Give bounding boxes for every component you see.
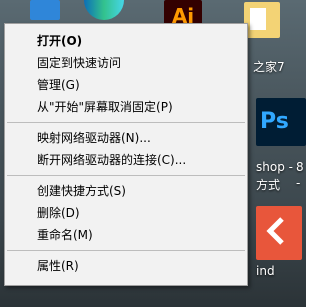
desktop-background: Ai Ps 之家7 shop - 方式 ind 8 - 打开(O) 固定到快速访… <box>0 0 306 307</box>
menu-item-create-shortcut[interactable]: 创建快捷方式(S) <box>5 180 247 202</box>
menu-separator <box>7 122 245 123</box>
menu-item-rename[interactable]: 重命名(M) <box>5 224 247 246</box>
desktop-icon-label[interactable]: ind <box>256 264 275 278</box>
menu-separator <box>7 250 245 251</box>
chevron-left-icon <box>266 217 284 245</box>
menu-item-delete[interactable]: 删除(D) <box>5 202 247 224</box>
menu-item-open[interactable]: 打开(O) <box>5 30 247 52</box>
context-menu: 打开(O) 固定到快速访问 管理(G) 从"开始"屏幕取消固定(P) 映射网络驱… <box>4 23 248 286</box>
edge-icon[interactable] <box>84 0 124 20</box>
menu-item-manage[interactable]: 管理(G) <box>5 74 247 96</box>
folder-icon[interactable] <box>244 2 280 38</box>
menu-item-properties[interactable]: 属性(R) <box>5 255 247 277</box>
desktop-icon-label[interactable]: 8 <box>296 160 304 174</box>
desktop-icon-label[interactable]: - <box>296 176 300 190</box>
menu-item-unpin-start[interactable]: 从"开始"屏幕取消固定(P) <box>5 96 247 118</box>
menu-item-disconnect-network-drive[interactable]: 断开网络驱动器的连接(C)... <box>5 149 247 171</box>
menu-separator <box>7 175 245 176</box>
menu-item-pin-quick-access[interactable]: 固定到快速访问 <box>5 52 247 74</box>
desktop-icon-label[interactable]: 之家7 <box>253 58 285 75</box>
desktop-icon-label[interactable]: shop - <box>256 160 293 174</box>
desktop-icon-label[interactable]: 方式 <box>256 176 280 193</box>
blue-app-icon[interactable] <box>30 0 60 20</box>
photoshop-icon[interactable]: Ps <box>256 98 306 146</box>
menu-item-map-network-drive[interactable]: 映射网络驱动器(N)... <box>5 127 247 149</box>
